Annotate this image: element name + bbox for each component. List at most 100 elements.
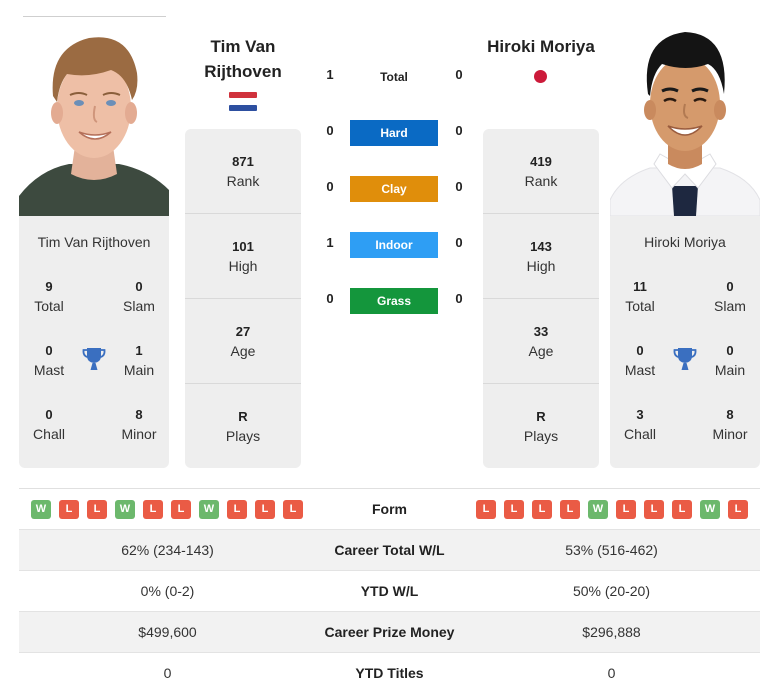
age-value: 33 (533, 324, 549, 339)
rank-value: 871 (232, 154, 254, 169)
rank-cell: 871 Rank (185, 129, 301, 214)
titles-slam-label: Slam (123, 298, 155, 314)
h2h-total-label: Total (380, 70, 408, 84)
titles-mast-value: 0 (636, 343, 644, 358)
form-loss-badge[interactable]: L (255, 500, 275, 519)
titles-mast-label: Mast (33, 362, 65, 378)
titles-main: 1 Main (109, 342, 169, 380)
form-loss-badge[interactable]: L (728, 500, 748, 519)
rank-label: Rank (226, 173, 260, 189)
form-loss-badge[interactable]: L (171, 500, 191, 519)
table-row: 62% (234-143) Career Total W/L 53% (516-… (19, 530, 760, 571)
form-loss-badge[interactable]: L (87, 500, 107, 519)
form-loss-badge[interactable]: L (476, 500, 496, 519)
plays-label: Plays (225, 428, 261, 444)
form-win-badge[interactable]: W (700, 500, 720, 519)
japan-flag-icon (534, 70, 547, 83)
form-loss-badge[interactable]: L (560, 500, 580, 519)
titles-mast-label: Mast (624, 362, 656, 378)
row-label: Career Total W/L (334, 542, 445, 558)
player-right-ranking-card: 419 Rank 143 High 33 Age R Plays (483, 129, 599, 468)
high-cell: 101 High (185, 214, 301, 299)
titles-slam-value: 0 (135, 279, 143, 294)
titles-total-label: Total (34, 298, 64, 314)
form-left: WLLWLLWLLL (31, 500, 303, 519)
h2h-grass-left: 0 (326, 291, 334, 306)
player-left-photo[interactable] (19, 18, 169, 216)
titles-minor: 8 Minor (700, 406, 760, 444)
player-left-ranking-card: 871 Rank 101 High 27 Age R Plays (185, 129, 301, 468)
top-divider (23, 16, 166, 17)
high-label: High (228, 258, 258, 274)
titles-total-label: Total (625, 298, 655, 314)
titles-minor-label: Minor (121, 426, 157, 442)
titles-total-value: 9 (45, 279, 53, 294)
row-label: YTD Titles (355, 665, 424, 681)
form-label: Form (372, 501, 407, 517)
surface-hard-button[interactable]: Hard (350, 120, 438, 146)
form-loss-badge[interactable]: L (616, 500, 636, 519)
rank-value: 419 (530, 154, 552, 169)
form-right: LLLLWLLLWL (476, 500, 748, 519)
age-value: 27 (235, 324, 251, 339)
comparison-table: WLLWLLWLLL Form LLLLWLLLWL 62% (234-143)… (19, 488, 760, 694)
titles-slam-label: Slam (714, 298, 746, 314)
form-loss-badge[interactable]: L (644, 500, 664, 519)
form-loss-badge[interactable]: L (532, 500, 552, 519)
titles-total: 9 Total (19, 278, 79, 316)
player-right-name[interactable]: Hiroki Moriya (610, 234, 760, 250)
h2h-total-left: 1 (326, 67, 334, 82)
player-left-heading[interactable]: Tim Van Rijthoven (185, 34, 301, 84)
row-right-value: 50% (20-20) (572, 583, 651, 599)
player-left-heading-line2: Rijthoven (204, 62, 282, 81)
h2h-hard-right: 0 (455, 123, 463, 138)
table-row: 0% (0-2) YTD W/L 50% (20-20) (19, 571, 760, 612)
plays-label: Plays (523, 428, 559, 444)
titles-minor-value: 8 (135, 407, 143, 422)
player-left-name[interactable]: Tim Van Rijthoven (19, 234, 169, 250)
form-loss-badge[interactable]: L (504, 500, 524, 519)
age-label: Age (230, 343, 256, 359)
high-value: 101 (232, 239, 254, 254)
titles-main-value: 0 (726, 343, 734, 358)
surface-indoor-button[interactable]: Indoor (350, 232, 438, 258)
form-win-badge[interactable]: W (31, 500, 51, 519)
titles-chall: 3 Chall (610, 406, 670, 444)
surface-grass-button[interactable]: Grass (350, 288, 438, 314)
row-left-value: 0% (0-2) (140, 583, 195, 599)
titles-chall-label: Chall (624, 426, 656, 442)
titles-main-label: Main (714, 362, 746, 378)
row-label: Career Prize Money (324, 624, 455, 640)
surface-clay-button[interactable]: Clay (350, 176, 438, 202)
form-loss-badge[interactable]: L (59, 500, 79, 519)
player-right-photo[interactable] (610, 18, 760, 216)
plays-value: R (536, 409, 546, 424)
player-right-heading[interactable]: Hiroki Moriya (476, 34, 606, 59)
form-loss-badge[interactable]: L (283, 500, 303, 519)
titles-minor-label: Minor (712, 426, 748, 442)
player-left-titles-card: Tim Van Rijthoven 9 Total 0 Slam 0 Mast … (19, 216, 169, 468)
row-left-value: 0 (163, 665, 172, 681)
form-loss-badge[interactable]: L (227, 500, 247, 519)
plays-value: R (238, 409, 248, 424)
form-win-badge[interactable]: W (588, 500, 608, 519)
row-left-value: 62% (234-143) (121, 542, 214, 558)
h2h-indoor-right: 0 (455, 235, 463, 250)
table-row: $499,600 Career Prize Money $296,888 (19, 612, 760, 653)
rank-cell: 419 Rank (483, 129, 599, 214)
form-loss-badge[interactable]: L (672, 500, 692, 519)
form-row: WLLWLLWLLL Form LLLLWLLLWL (19, 489, 760, 530)
titles-slam: 0 Slam (700, 278, 760, 316)
titles-main: 0 Main (700, 342, 760, 380)
titles-chall: 0 Chall (19, 406, 79, 444)
form-loss-badge[interactable]: L (143, 500, 163, 519)
high-label: High (526, 258, 556, 274)
titles-mast-value: 0 (45, 343, 53, 358)
titles-mast: 0 Mast (19, 342, 79, 380)
titles-slam-value: 0 (726, 279, 734, 294)
high-value: 143 (530, 239, 552, 254)
high-cell: 143 High (483, 214, 599, 299)
form-win-badge[interactable]: W (199, 500, 219, 519)
titles-main-label: Main (123, 362, 155, 378)
form-win-badge[interactable]: W (115, 500, 135, 519)
